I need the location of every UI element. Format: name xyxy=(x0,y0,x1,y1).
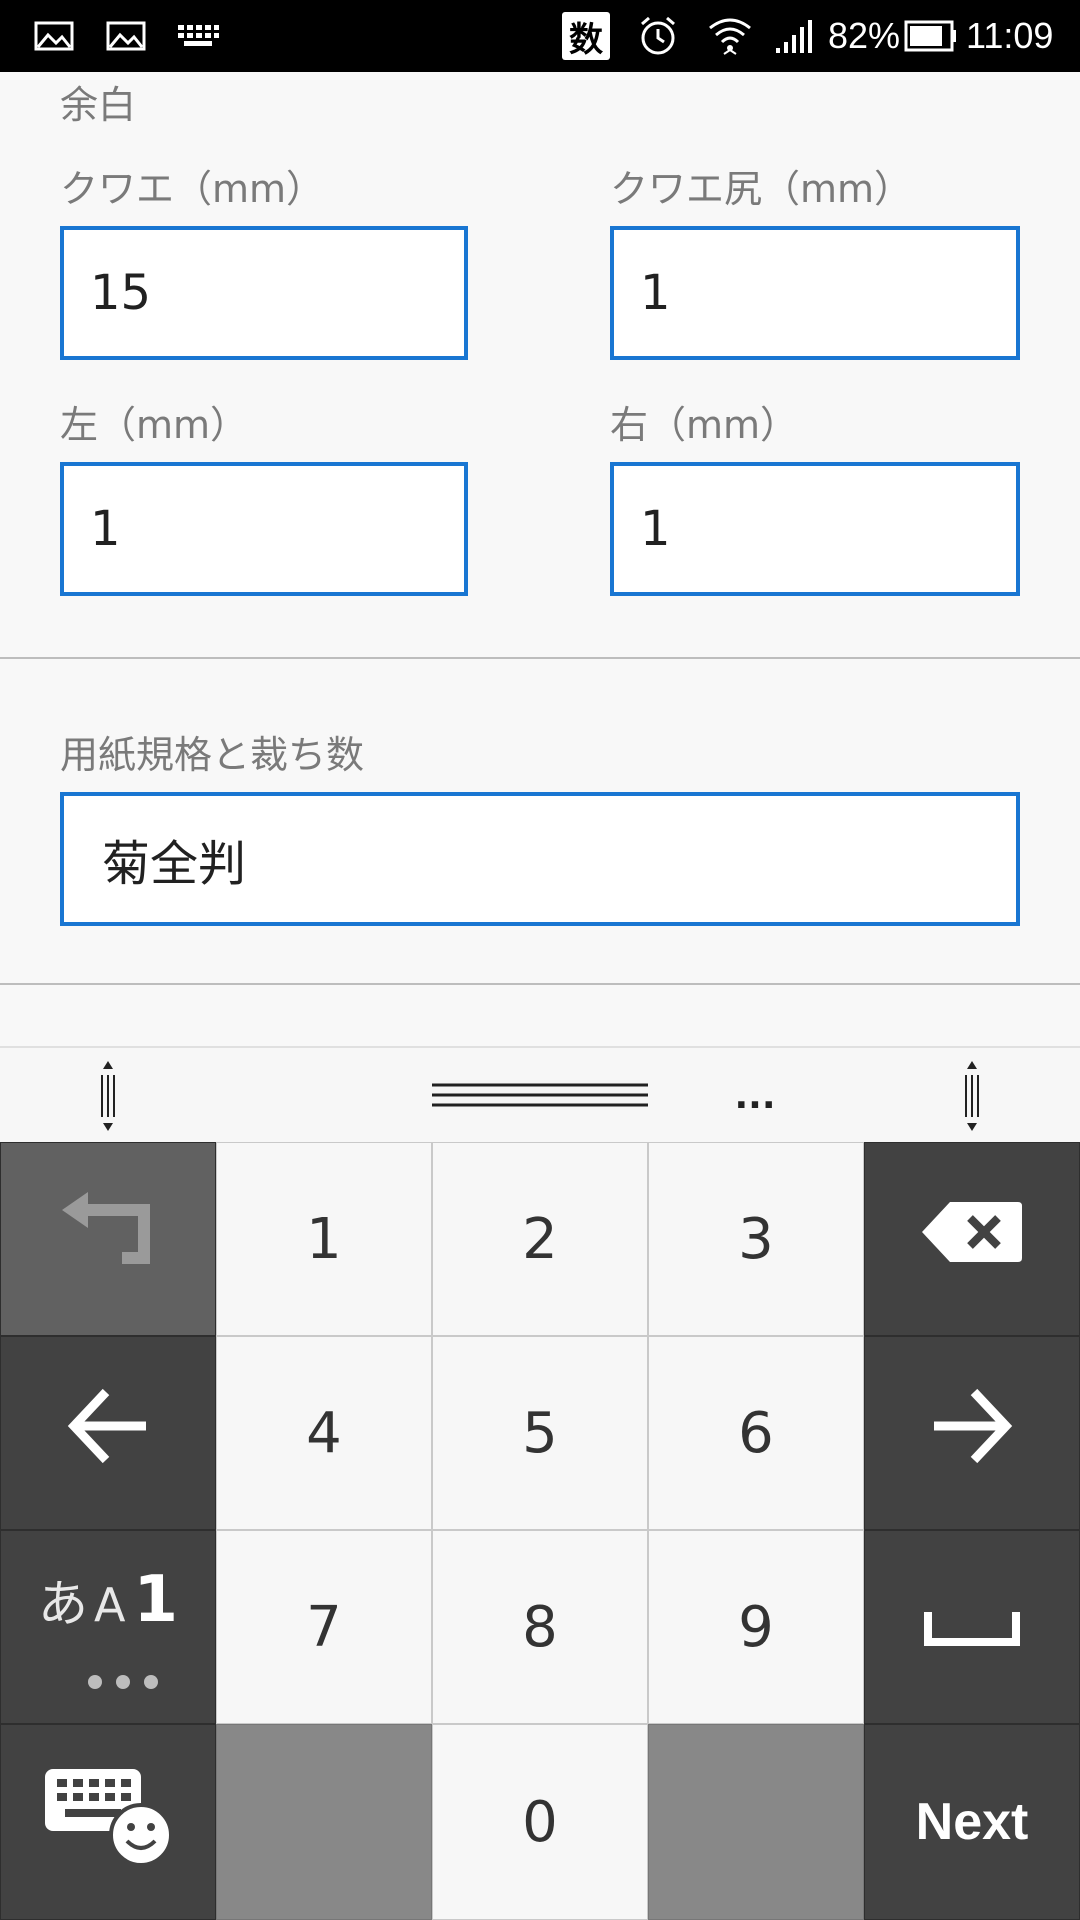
key-8[interactable]: 8 xyxy=(432,1530,648,1724)
left-margin-label: 左（mm） xyxy=(60,403,249,447)
tail-label: クワエ尻（mm） xyxy=(610,167,913,211)
image-icon xyxy=(34,0,74,72)
cursor-left-key[interactable] xyxy=(0,1336,216,1530)
wifi-icon xyxy=(706,0,754,72)
next-label: Next xyxy=(915,1793,1029,1851)
left-margin-input[interactable]: 1 xyxy=(60,462,468,596)
keyboard-icon xyxy=(176,0,220,72)
tail-input[interactable]: 1 xyxy=(610,226,1020,360)
image-icon xyxy=(106,0,146,72)
mode-kana-label: あ xyxy=(38,1574,88,1633)
cursor-right-key[interactable] xyxy=(864,1336,1080,1530)
backspace-key[interactable] xyxy=(864,1142,1080,1336)
key-2[interactable]: 2 xyxy=(432,1142,648,1336)
undo-icon xyxy=(58,1192,158,1286)
undo-key[interactable] xyxy=(0,1142,216,1336)
clock: 11:09 xyxy=(966,15,1054,56)
soft-keyboard: ... 1 2 3 4 5 6 あ A 1 7 8 9 0 Next xyxy=(0,1046,1080,1920)
divider xyxy=(0,983,1080,985)
arrow-right-icon xyxy=(930,1384,1014,1482)
resize-handle-left-icon[interactable] xyxy=(88,1048,128,1144)
resize-handle-right-icon[interactable] xyxy=(952,1048,992,1144)
next-key[interactable]: Next xyxy=(864,1724,1080,1920)
right-margin-input[interactable]: 1 xyxy=(610,462,1020,596)
blank-key xyxy=(648,1724,864,1920)
keyboard-emoji-key[interactable] xyxy=(0,1724,216,1920)
space-icon xyxy=(924,1595,1020,1660)
space-key[interactable] xyxy=(864,1530,1080,1724)
battery-icon xyxy=(904,0,958,72)
ime-mode-icon: 数 xyxy=(562,0,610,72)
key-1[interactable]: 1 xyxy=(216,1142,432,1336)
more-options-button[interactable]: ... xyxy=(725,1048,785,1152)
divider xyxy=(0,657,1080,659)
status-bar: 数 82% 11:09 xyxy=(0,0,1080,72)
settings-form: 余白 クワエ（mm） クワエ尻（mm） 15 1 左（mm） 右（mm） 1 1… xyxy=(0,72,1080,1046)
key-5[interactable]: 5 xyxy=(432,1336,648,1530)
more-dots-icon xyxy=(85,1641,161,1706)
key-4[interactable]: 4 xyxy=(216,1336,432,1530)
keyboard-emoji-icon xyxy=(43,1765,173,1879)
keyboard-toolbar: ... xyxy=(0,1046,1080,1142)
key-7[interactable]: 7 xyxy=(216,1530,432,1724)
mode-alpha-label: A xyxy=(94,1577,126,1632)
gripper-input[interactable]: 15 xyxy=(60,226,468,360)
input-mode-key[interactable]: あ A 1 xyxy=(0,1530,216,1724)
paper-size-label: 用紙規格と裁ち数 xyxy=(60,733,365,777)
blank-key xyxy=(216,1724,432,1920)
signal-icon xyxy=(774,0,818,72)
alarm-icon xyxy=(636,0,680,72)
margin-section-title: 余白 xyxy=(60,83,137,127)
key-0[interactable]: 0 xyxy=(432,1724,648,1920)
arrow-left-icon xyxy=(66,1384,150,1482)
backspace-icon xyxy=(920,1200,1024,1278)
paper-size-select[interactable]: 菊全判 xyxy=(60,792,1020,926)
mode-num-label: 1 xyxy=(133,1562,178,1637)
key-3[interactable]: 3 xyxy=(648,1142,864,1336)
drag-handle-icon[interactable] xyxy=(430,1048,650,1144)
battery-percent: 82% xyxy=(828,15,901,56)
key-9[interactable]: 9 xyxy=(648,1530,864,1724)
key-6[interactable]: 6 xyxy=(648,1336,864,1530)
right-margin-label: 右（mm） xyxy=(610,403,799,447)
gripper-label: クワエ（mm） xyxy=(60,167,325,211)
